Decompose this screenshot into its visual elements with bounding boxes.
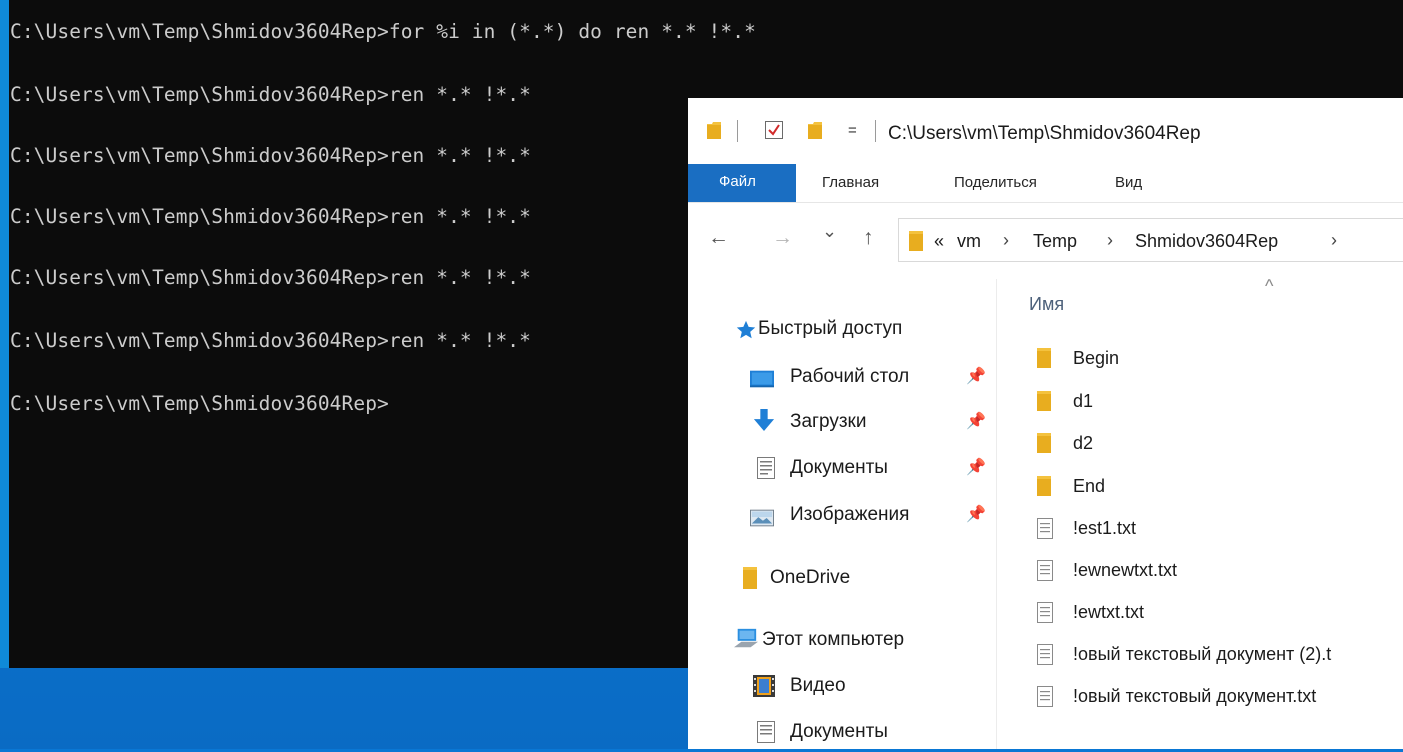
star-icon: [736, 320, 756, 339]
navigation-pane: Быстрый доступ Рабочий стол 📌 Загрузки 📌…: [688, 279, 997, 749]
console-line: C:\Users\vm\Temp\Shmidov3604Rep>ren *.* …: [10, 329, 531, 352]
document-icon: [757, 457, 775, 479]
address-bar[interactable]: « vm › Temp › Shmidov3604Rep ›: [898, 218, 1403, 262]
nav-documents-pc[interactable]: Документы: [750, 716, 990, 752]
title-bar: = C:\Users\vm\Temp\Shmidov3604Rep: [688, 98, 1403, 164]
title-separator: [737, 120, 738, 142]
breadcrumb-vm[interactable]: vm: [957, 231, 981, 252]
ribbon-tabs: Файл Главная Поделиться Вид: [688, 164, 1403, 202]
folder-icon: [1037, 348, 1051, 368]
file-item-new-text-document[interactable]: !овый текстовый документ.txt: [1037, 680, 1403, 716]
console-line: C:\Users\vm\Temp\Shmidov3604Rep>ren *.* …: [10, 266, 531, 289]
file-item-d2[interactable]: d2: [1037, 427, 1403, 463]
pin-icon[interactable]: 📌: [966, 504, 986, 524]
navigation-bar: ← → ⌄ ↑ « vm › Temp › Shmidov3604Rep ›: [688, 202, 1403, 280]
nav-this-pc[interactable]: Этот компьютер: [734, 624, 994, 660]
pin-icon[interactable]: 📌: [966, 411, 986, 431]
recent-locations-button[interactable]: ⌄: [822, 221, 837, 242]
window-title: C:\Users\vm\Temp\Shmidov3604Rep: [888, 123, 1201, 144]
computer-icon: [734, 628, 758, 648]
file-item-end[interactable]: End: [1037, 470, 1403, 506]
file-name: d1: [1073, 391, 1094, 411]
pictures-icon: [750, 509, 774, 527]
file-item-d1[interactable]: d1: [1037, 385, 1403, 421]
nav-onedrive[interactable]: OneDrive: [738, 562, 988, 598]
nav-downloads-label: Загрузки: [790, 411, 867, 432]
breadcrumb-separator[interactable]: ›: [1107, 230, 1113, 251]
folder-icon: [909, 231, 923, 251]
film-icon: [753, 675, 775, 697]
nav-desktop[interactable]: Рабочий стол 📌: [750, 361, 990, 397]
file-item-ewnewtxt[interactable]: !ewnewtxt.txt: [1037, 554, 1403, 590]
console-line: C:\Users\vm\Temp\Shmidov3604Rep>ren *.* …: [10, 144, 531, 167]
file-list: ^ Имя Begin d1 d2 End !est1.txt !ewnewtx…: [997, 276, 1403, 749]
breadcrumb-separator[interactable]: ›: [1003, 230, 1009, 251]
forward-button[interactable]: →: [772, 226, 793, 250]
file-name: !est1.txt: [1073, 518, 1137, 538]
nav-onedrive-label: OneDrive: [770, 567, 851, 588]
file-name: Begin: [1073, 348, 1120, 368]
tab-home[interactable]: Главная: [822, 174, 879, 191]
folder-icon: [743, 567, 757, 589]
text-file-icon: [1037, 686, 1053, 707]
desktop-icon: [750, 370, 774, 388]
text-file-icon: [1037, 602, 1053, 623]
nav-desktop-label: Рабочий стол: [790, 366, 910, 387]
pin-icon[interactable]: 📌: [966, 457, 986, 477]
breadcrumb-separator[interactable]: ›: [1331, 230, 1337, 251]
text-file-icon: [1037, 518, 1053, 539]
nav-documents-label: Документы: [790, 457, 888, 478]
nav-documents[interactable]: Документы 📌: [750, 452, 990, 488]
nav-documents-pc-label: Документы: [790, 721, 888, 742]
tab-view[interactable]: Вид: [1115, 174, 1142, 191]
file-item-est1[interactable]: !est1.txt: [1037, 512, 1403, 548]
nav-quick-access[interactable]: Быстрый доступ: [734, 313, 994, 349]
sort-caret-icon[interactable]: ^: [1265, 276, 1273, 297]
breadcrumb-shmidov3604rep[interactable]: Shmidov3604Rep: [1135, 231, 1278, 252]
document-icon: [757, 721, 775, 743]
tab-share[interactable]: Поделиться: [954, 174, 1037, 191]
breadcrumb-temp[interactable]: Temp: [1033, 231, 1077, 252]
nav-pictures[interactable]: Изображения 📌: [750, 499, 990, 535]
folder-icon: [1037, 391, 1051, 411]
file-name: d2: [1073, 433, 1094, 453]
console-line: C:\Users\vm\Temp\Shmidov3604Rep>for %i i…: [10, 20, 756, 43]
folder-icon: [1037, 433, 1051, 453]
properties-checkbox-icon[interactable]: [765, 121, 783, 139]
file-item-new-text-document-2[interactable]: !овый текстовый документ (2).t: [1037, 638, 1403, 674]
folder-icon: [707, 122, 721, 139]
console-line: C:\Users\vm\Temp\Shmidov3604Rep>ren *.* …: [10, 205, 531, 228]
nav-downloads[interactable]: Загрузки 📌: [750, 406, 990, 442]
nav-pictures-label: Изображения: [790, 504, 910, 525]
up-button[interactable]: ↑: [863, 226, 874, 250]
file-name: !овый текстовый документ (2).t: [1073, 644, 1332, 664]
text-file-icon: [1037, 560, 1053, 581]
column-header-name[interactable]: Имя: [1029, 294, 1064, 315]
console-line: C:\Users\vm\Temp\Shmidov3604Rep>ren *.* …: [10, 83, 531, 106]
file-name: !ewtxt.txt: [1073, 602, 1145, 622]
folder-icon: [1037, 476, 1051, 496]
nav-quick-access-label: Быстрый доступ: [758, 318, 903, 339]
address-overflow[interactable]: «: [934, 231, 944, 252]
file-name: !овый текстовый документ.txt: [1073, 686, 1317, 706]
quick-access-dropdown[interactable]: =: [848, 122, 857, 139]
tab-file[interactable]: Файл: [688, 164, 796, 202]
file-item-begin[interactable]: Begin: [1037, 342, 1403, 378]
title-separator: [875, 120, 876, 142]
file-name: End: [1073, 476, 1106, 496]
nav-videos-label: Видео: [790, 675, 846, 696]
file-explorer-window[interactable]: = C:\Users\vm\Temp\Shmidov3604Rep Файл Г…: [688, 98, 1403, 749]
file-name: !ewnewtxt.txt: [1073, 560, 1178, 580]
text-file-icon: [1037, 644, 1053, 665]
nav-this-pc-label: Этот компьютер: [762, 629, 905, 650]
nav-videos[interactable]: Видео: [750, 670, 990, 706]
tab-file-label: Файл: [719, 173, 756, 190]
back-button[interactable]: ←: [708, 226, 729, 250]
pin-icon[interactable]: 📌: [966, 366, 986, 386]
download-arrow-icon: [753, 409, 775, 431]
file-item-ewtxt[interactable]: !ewtxt.txt: [1037, 596, 1403, 632]
new-folder-icon[interactable]: [808, 122, 822, 139]
console-prompt[interactable]: C:\Users\vm\Temp\Shmidov3604Rep>: [10, 392, 389, 415]
